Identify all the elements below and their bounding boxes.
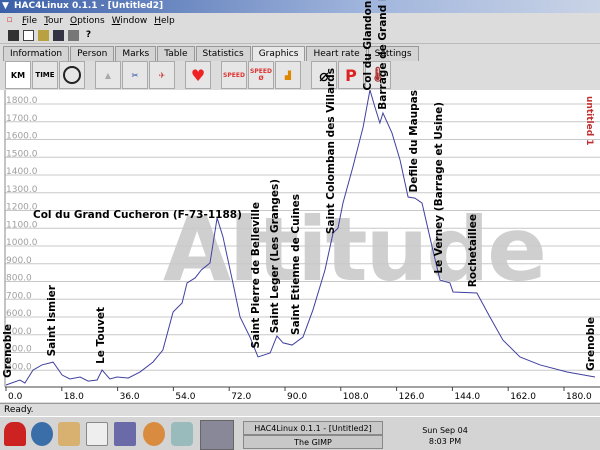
x-tick-label: 0.0	[8, 392, 23, 402]
menu-bar: ▫ File Tour Options Window Help	[0, 13, 600, 28]
y-tick-label: 900.0	[6, 256, 32, 266]
waypoint-label: Col du Grand Cucheron (F-73-1188)	[33, 209, 242, 221]
task-gimp[interactable]: The GIMP	[243, 435, 383, 449]
waypoint-label: Col du Glandon (F-73-1924)	[361, 0, 374, 91]
x-tick-label: 162.0	[510, 392, 536, 402]
task-hac4linux[interactable]: HAC4Linux 0.1.1 - [Untitled2]	[243, 421, 383, 435]
y-tick-label: 800.0	[6, 274, 32, 284]
speed-icon[interactable]: SPEED	[221, 61, 247, 89]
spreadsheet-icon[interactable]	[114, 422, 136, 446]
y-tick-label: 600.0	[6, 309, 32, 319]
waypoint-label: Defile du Maupas	[408, 89, 421, 193]
menu-window[interactable]: Window	[112, 16, 148, 26]
window-menu-icon[interactable]: ▼	[2, 0, 9, 13]
taskbar: HAC4Linux 0.1.1 - [Untitled2] The GIMP S…	[0, 416, 600, 450]
waypoint-label: Barrage de Grand Maison	[377, 0, 390, 110]
tab-statistics[interactable]: Statistics	[195, 46, 251, 61]
x-tick-label: 144.0	[454, 392, 480, 402]
waypoint-label: Le Touvet	[95, 307, 108, 365]
y-tick-label: 1000.0	[6, 238, 38, 248]
waypoint-label: Le Verney (Barrage et Usine)	[433, 102, 445, 275]
clock-date: Sun Sep 04	[422, 426, 468, 435]
waypoint-label: Saint Pierre de Belleville	[250, 202, 263, 349]
tab-table[interactable]: Table	[157, 46, 195, 61]
menu-file[interactable]: File	[22, 16, 37, 26]
waypoint-label: Saint Colomban des Villards	[324, 68, 337, 235]
print-icon[interactable]	[68, 30, 79, 41]
waypoint-label: Grenoble	[584, 316, 597, 371]
menu-help[interactable]: Help	[154, 16, 175, 26]
heart-icon[interactable]: ♥	[185, 61, 211, 89]
help-cursor-icon[interactable]: ?	[83, 30, 94, 41]
workspace-switcher[interactable]	[200, 420, 234, 450]
tab-marks[interactable]: Marks	[115, 46, 157, 61]
tab-information[interactable]: Information	[3, 46, 70, 61]
clock-time: 8:03 PM	[428, 437, 462, 446]
y-tick-label: 1800.0	[6, 96, 38, 106]
browser-icon[interactable]	[31, 422, 53, 446]
writer-icon[interactable]	[86, 422, 108, 446]
x-tick-label: 90.0	[287, 392, 307, 402]
y-tick-label: 1600.0	[6, 132, 38, 142]
menu-tour[interactable]: Tour	[44, 16, 63, 26]
redhat-menu-icon[interactable]	[4, 422, 26, 446]
tab-bar: Information Person Marks Table Statistics Gra…	[3, 46, 420, 61]
y-tick-label: 1700.0	[6, 114, 38, 124]
x-tick-label: 180.0	[566, 392, 592, 402]
y-tick-label: 1500.0	[6, 149, 38, 159]
clock-icon[interactable]	[59, 61, 85, 89]
main-toolbar: ?	[0, 28, 600, 44]
open-folder-icon[interactable]	[38, 30, 49, 41]
p-icon[interactable]: P	[338, 61, 364, 89]
y-tick-label: 700.0	[6, 291, 32, 301]
altitude-icon[interactable]: ▲	[95, 61, 121, 89]
x-tick-label: 18.0	[64, 392, 84, 402]
waypoint-label: Saint Etienne de Cuines	[290, 194, 303, 336]
tab-graphics[interactable]: Graphics	[251, 46, 306, 61]
x-tick-label: 54.0	[175, 392, 195, 402]
power-icon[interactable]: ▟	[275, 61, 301, 89]
x-tick-label: 108.0	[343, 392, 369, 402]
status-bar: Ready.	[0, 403, 600, 416]
km-scale-icon[interactable]: KM	[5, 61, 31, 89]
new-window-icon[interactable]	[8, 30, 19, 41]
presentation-icon[interactable]	[143, 422, 165, 446]
waypoint-label: Grenoble	[2, 324, 15, 378]
y-tick-label: 1400.0	[6, 167, 38, 177]
printer-icon[interactable]	[171, 422, 193, 446]
x-tick-label: 36.0	[120, 392, 140, 402]
chart-tag: untitled 1	[584, 96, 594, 146]
x-tick-label: 126.0	[399, 392, 425, 402]
altitude-chart[interactable]: Altitude 300.0 400.0 500.0 600.0 700.0 800.0 9…	[0, 0, 600, 402]
title-bar: ▼ HAC4Linux 0.1.1 - [Untitled2]	[0, 0, 600, 13]
cyclist-icon[interactable]: ✂	[122, 61, 148, 89]
waypoint-label: Saint Leger (Les Granges)	[268, 178, 281, 334]
tab-heart-rate[interactable]: Heart rate	[306, 46, 367, 61]
new-file-icon[interactable]	[23, 30, 34, 41]
tab-person[interactable]: Person	[70, 46, 115, 61]
clock: Sun Sep 04 8:03 PM	[415, 425, 475, 447]
tab-settings[interactable]: Settings	[367, 46, 419, 61]
time-scale-icon[interactable]: TIME	[32, 61, 58, 89]
window-title: HAC4Linux 0.1.1 - [Untitled2]	[14, 1, 164, 11]
y-tick-label: 1300.0	[6, 185, 38, 195]
y-tick-label: 1100.0	[6, 220, 38, 230]
climb-icon[interactable]: ✈	[149, 61, 175, 89]
avg-speed-icon[interactable]: SPEED Ø	[248, 61, 274, 89]
waypoint-label: Saint Ismier	[45, 284, 58, 357]
waypoint-label: Rochetaillee	[467, 213, 480, 287]
save-icon[interactable]	[53, 30, 64, 41]
x-tick-label: 72.0	[231, 392, 251, 402]
mail-icon[interactable]	[58, 422, 80, 446]
menu-options[interactable]: Options	[70, 16, 105, 26]
app-icon: ▫	[6, 15, 13, 25]
